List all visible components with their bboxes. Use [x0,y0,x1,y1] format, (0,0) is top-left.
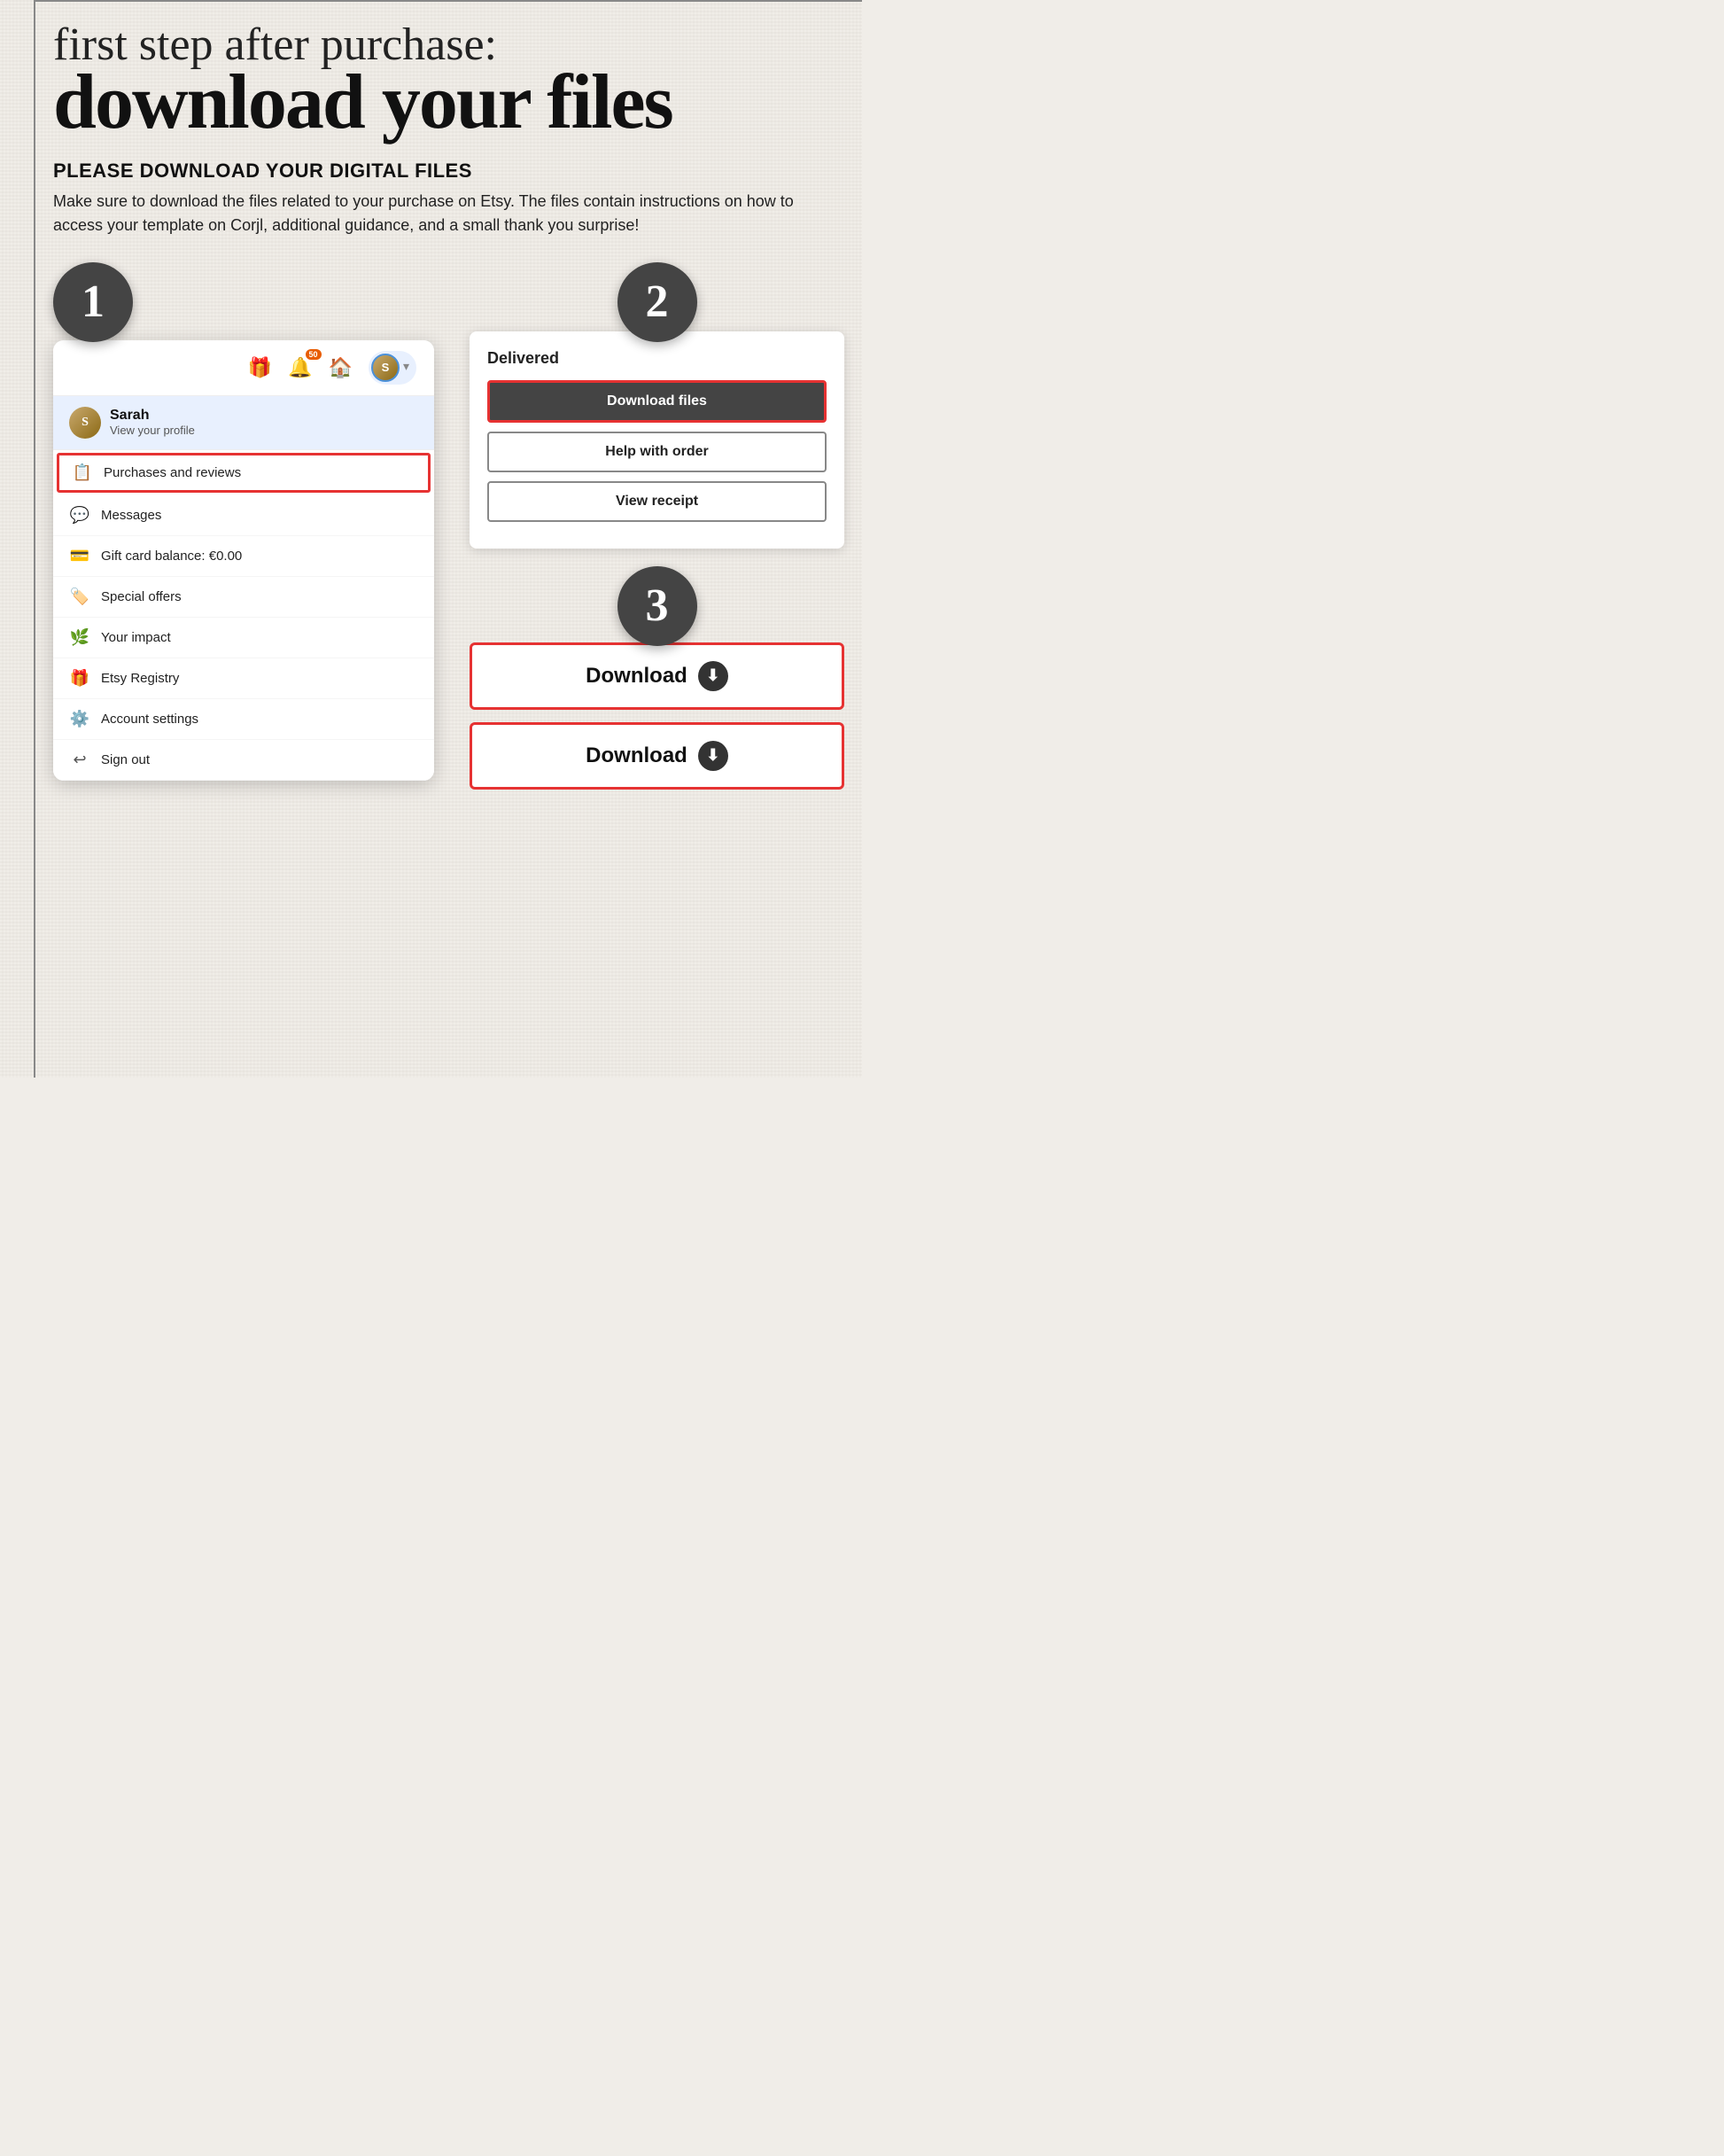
avatar: S [371,354,400,382]
profile-menu-item[interactable]: S Sarah View your profile [53,396,434,450]
chevron-down-icon: ▾ [403,360,409,375]
specialoffers-label: Special offers [101,589,182,604]
subtitle-section: PLEASE DOWNLOAD YOUR DIGITAL FILES Make … [53,160,815,237]
step2-wrapper: 2 Delivered Download files Help with ord… [470,262,844,549]
settings-menu-item[interactable]: ⚙️ Account settings [53,699,434,740]
download-label-2: Download [586,743,687,768]
profile-avatar: S [69,407,101,439]
download-button-2[interactable]: Download ⬇ [470,722,844,790]
purchases-label: Purchases and reviews [104,465,241,480]
cart-icon: 🏠 [329,356,353,379]
impact-label: Your impact [101,630,171,645]
gift-icon: 🎁 [248,356,272,379]
step3-wrapper: 3 Download ⬇ Download ⬇ [470,566,844,790]
step1-header: 1 [53,262,434,333]
step2-circle: 2 [617,262,697,342]
etsy-topbar: 🎁 🔔 50 🏠 S ▾ [53,340,434,396]
specialoffers-icon: 🏷️ [69,588,90,606]
giftcard-menu-item[interactable]: 💳 Gift card balance: €0.00 [53,536,434,577]
step3-circle: 3 [617,566,697,646]
giftcard-label: Gift card balance: €0.00 [101,549,242,564]
purchases-icon: 📋 [72,463,93,482]
help-with-order-button[interactable]: Help with order [487,432,827,472]
subtitle-body: Make sure to download the files related … [53,190,815,237]
etsy-mockup: 🎁 🔔 50 🏠 S ▾ S [53,340,434,781]
download-label-1: Download [586,664,687,689]
download-icon-2: ⬇ [698,741,728,771]
subtitle-heading: PLEASE DOWNLOAD YOUR DIGITAL FILES [53,160,815,183]
signout-menu-item[interactable]: ↩ Sign out [53,740,434,781]
impact-menu-item[interactable]: 🌿 Your impact [53,618,434,658]
messages-menu-item[interactable]: 💬 Messages [53,495,434,536]
step3-buttons-container: Download ⬇ Download ⬇ [470,630,844,790]
order-panel: Delivered Download files Help with order… [470,331,844,549]
step3-circle-wrap: 3 [470,566,844,637]
settings-label: Account settings [101,712,198,727]
giftcard-icon: 💳 [69,547,90,565]
registry-icon: 🎁 [69,669,90,688]
registry-label: Etsy Registry [101,671,179,686]
profile-name: Sarah [110,408,195,424]
avatar-wrapper[interactable]: S ▾ [369,351,416,385]
registry-menu-item[interactable]: 🎁 Etsy Registry [53,658,434,699]
profile-sub: View your profile [110,424,195,437]
main-title: download your files [53,66,844,140]
step1-panel: 1 🎁 🔔 50 🏠 S ▾ [53,262,434,781]
step2-circle-wrap: 2 [470,262,844,333]
steps-container: 1 🎁 🔔 50 🏠 S ▾ [53,262,844,802]
download-icon-1: ⬇ [698,661,728,691]
notification-icon: 🔔 50 [288,356,312,379]
purchases-menu-item[interactable]: 📋 Purchases and reviews [57,453,431,493]
profile-info: Sarah View your profile [110,408,195,437]
download-files-button[interactable]: Download files [487,380,827,423]
settings-icon: ⚙️ [69,710,90,728]
signout-icon: ↩ [69,751,90,769]
specialoffers-menu-item[interactable]: 🏷️ Special offers [53,577,434,618]
step1-circle: 1 [53,262,133,342]
messages-icon: 💬 [69,506,90,525]
notification-badge: 50 [306,349,322,360]
download-button-1[interactable]: Download ⬇ [470,642,844,710]
right-panels: 2 Delivered Download files Help with ord… [470,262,844,802]
view-receipt-button[interactable]: View receipt [487,481,827,522]
delivered-label: Delivered [487,349,827,368]
signout-label: Sign out [101,752,150,767]
impact-icon: 🌿 [69,628,90,647]
messages-label: Messages [101,508,161,523]
dropdown-menu: S Sarah View your profile 📋 Purchases an… [53,396,434,781]
